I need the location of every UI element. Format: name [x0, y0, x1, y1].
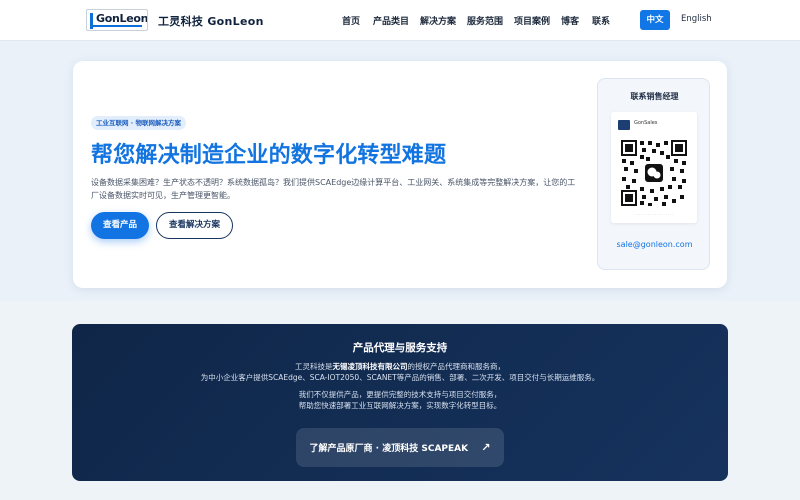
logo-text: GonLeon	[96, 12, 148, 25]
agent-line-3: 我们不仅提供产品，更提供完整的技术支持与项目交付服务，	[298, 390, 502, 399]
agent-line-1-prefix: 工灵科技是	[295, 362, 333, 371]
site-header: GonLeon 工灵科技 GonLeon 首页 产品类目 解决方案 服务范围 项…	[0, 0, 800, 41]
agent-line-4: 帮助您快速部署工业互联网解决方案，实现数字化转型目标。	[298, 401, 502, 410]
learn-manufacturer-label: 了解产品原厂商 · 凌顶科技 SCAPEAK	[309, 444, 469, 454]
nav-blog[interactable]: 博客	[561, 14, 579, 27]
manufacturer-name: 无锡凌顶科技有限公司	[332, 362, 408, 371]
hero-tag: 工业互联网 · 物联网解决方案	[91, 116, 186, 130]
lang-chinese-button[interactable]: 中文	[640, 10, 670, 30]
logo[interactable]: GonLeon	[86, 9, 148, 31]
external-link-icon: ↗	[481, 441, 491, 454]
qr-name: GonSales	[634, 120, 658, 126]
agent-line-1: 工灵科技是无锡凌顶科技有限公司的授权产品代理商和服务商，	[72, 361, 728, 372]
sales-email-link[interactable]: sale@gonleon.com	[598, 240, 711, 249]
lang-english-button[interactable]: English	[681, 14, 712, 24]
nav-cases[interactable]: 项目案例	[514, 14, 550, 27]
view-solutions-button[interactable]: 查看解决方案	[156, 212, 233, 239]
agent-line-1-suffix: 的授权产品代理商和服务商，	[407, 362, 506, 371]
nav-solutions[interactable]: 解决方案	[420, 14, 456, 27]
qr-code-card: GonSales · · · · · · · · · · · · · · · ·…	[611, 112, 697, 223]
qr-avatar	[618, 120, 630, 130]
contact-title: 联系销售经理	[630, 92, 679, 101]
qr-code-icon	[620, 139, 688, 207]
agent-section-title: 产品代理与服务支持	[352, 342, 448, 354]
brand-name[interactable]: 工灵科技 GonLeon	[158, 13, 264, 29]
hero-description: 设备数据采集困难？生产状态不透明？系统数据孤岛？我们提供SCAEdge边缘计算平…	[91, 178, 576, 200]
nav-products[interactable]: 产品类目	[373, 14, 409, 27]
hero-title: 帮您解决制造企业的数字化转型难题	[91, 143, 447, 168]
view-products-button[interactable]: 查看产品	[91, 212, 149, 239]
agent-support-section: 产品代理与服务支持 工灵科技是无锡凌顶科技有限公司的授权产品代理商和服务商， 为…	[72, 324, 728, 481]
learn-manufacturer-button[interactable]: 了解产品原厂商 · 凌顶科技 SCAPEAK ↗	[296, 428, 504, 467]
nav-home[interactable]: 首页	[342, 14, 360, 27]
qr-caption: · · · · · · · · · · · · · · · · · ·	[634, 213, 674, 217]
contact-sales-card: 联系销售经理 GonSales · · · · · · · · · · · · …	[597, 78, 710, 270]
nav-contact[interactable]: 联系	[592, 14, 610, 27]
logo-underline	[90, 25, 142, 27]
agent-line-2: 为中小企业客户提供SCAEdge、SCA-IOT2050、SCANET等产品的销…	[200, 373, 600, 382]
nav-services[interactable]: 服务范围	[467, 14, 503, 27]
